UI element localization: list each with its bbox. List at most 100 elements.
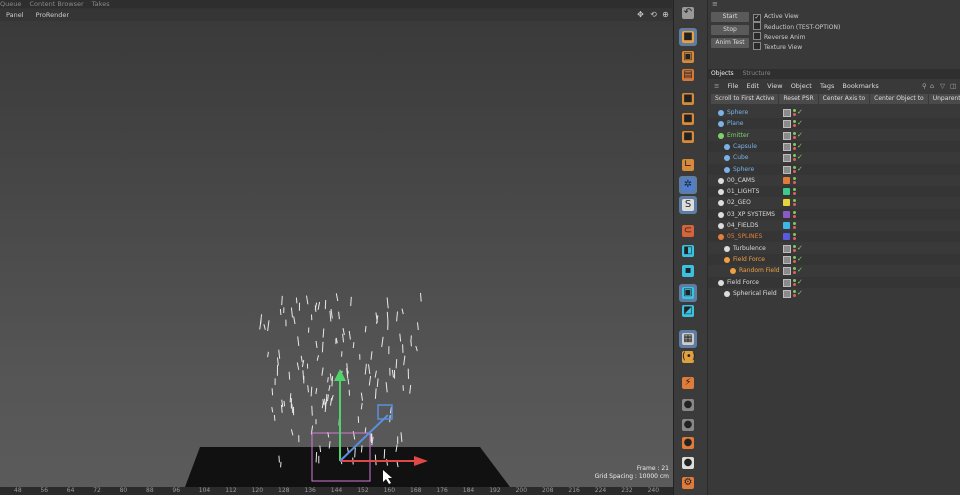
locked-workplane-tool-button[interactable]: ▪ [679,262,697,280]
undo-tool-button[interactable]: ↶ [679,4,697,22]
editor-render-visibility-toggle[interactable] [793,266,796,275]
magnet-tool-button[interactable]: ⊂ [679,222,697,240]
move-view-icon[interactable]: ✥ [636,10,645,19]
layer-visibility-toggle[interactable] [783,244,791,253]
object-row[interactable]: 05_SPLINES [708,231,960,243]
object-row[interactable]: Capsule ✓ [708,140,960,152]
layer-visibility-toggle[interactable] [783,267,791,276]
object-name[interactable]: 02_GEO [727,197,751,208]
object-row[interactable]: Plane ✓ [708,118,960,130]
object-row[interactable]: Field Force ✓ [708,276,960,288]
brush-tool-button[interactable]: ● [679,416,697,434]
object-row[interactable]: Random Field ✓ [708,265,960,276]
object-name[interactable]: 05_SPLINES [727,231,762,242]
y-axis-arrow-icon[interactable] [334,369,346,381]
enabled-check-icon[interactable]: ✓ [797,277,803,288]
editor-render-visibility-toggle[interactable] [793,289,796,298]
points-mode-tool-button[interactable]: ■ [679,90,697,108]
anim-test-button[interactable]: Anim Test [711,38,749,48]
render-view-tool-button[interactable]: ▦ [679,330,697,348]
editor-render-visibility-toggle[interactable] [793,108,796,117]
layer-visibility-toggle[interactable] [783,165,791,174]
enabled-check-icon[interactable]: ✓ [797,254,803,265]
layer-visibility-toggle[interactable] [783,131,791,140]
enabled-check-icon[interactable]: ✓ [797,107,803,118]
layer-color-tag[interactable] [783,199,790,207]
object-name[interactable]: Plane [727,118,743,129]
checkbox-icon[interactable] [753,32,761,40]
enabled-check-icon[interactable]: ✓ [797,164,803,175]
plane-polygon-tool-button[interactable]: ▤ [679,66,697,84]
reduction-option[interactable]: Reduction (TEST-OPTION) [753,22,840,31]
layer-visibility-toggle[interactable] [783,120,791,129]
menu-prorender[interactable]: ProRender [36,11,69,19]
editor-render-visibility-toggle[interactable] [793,221,796,230]
cube-edit-tool-button[interactable]: ▣ [679,48,697,66]
center-axis-button[interactable]: Center Axis to [818,94,870,104]
object-name[interactable]: Field Force [733,254,765,265]
new-window-icon[interactable]: ◫ [950,80,956,92]
render-region-tool-button[interactable]: (•) [679,348,697,366]
editor-render-visibility-toggle[interactable] [793,153,796,162]
snap-tool-button[interactable]: S [679,196,697,214]
layer-color-tag[interactable] [783,188,790,196]
fill-tool-button[interactable]: ● [679,434,697,452]
object-name[interactable]: Capsule [733,141,757,152]
layer-visibility-toggle[interactable] [783,289,791,298]
object-row[interactable]: Sphere ✓ [708,163,960,175]
layer-color-tag[interactable] [783,222,790,229]
editor-render-visibility-toggle[interactable] [793,187,796,196]
object-row[interactable]: Cube ✓ [708,152,960,163]
layer-visibility-toggle[interactable] [783,142,791,151]
menu-object[interactable]: Object [791,82,812,90]
object-name[interactable]: 00_CAMS [727,175,755,186]
object-row[interactable]: Turbulence ✓ [708,243,960,254]
enabled-check-icon[interactable]: ✓ [797,141,803,152]
object-name[interactable]: Spherical Field [733,288,777,299]
menu-edit[interactable]: Edit [747,82,760,90]
object-name[interactable]: 01_LIGHTS [727,186,759,197]
layer-visibility-toggle[interactable] [783,255,791,264]
zoom-view-icon[interactable]: ⊕ [661,10,670,19]
filter-icon[interactable]: ▽ [940,80,945,92]
timeline-ruler[interactable]: 48 56 64 72 80 88 96 104 112 120 128 136 144 152 160 16… [0,487,673,495]
object-row[interactable]: Sphere ✓ [708,107,960,118]
editor-render-visibility-toggle[interactable] [793,142,796,151]
object-row[interactable]: 04_FIELDS [708,220,960,231]
editor-render-visibility-toggle[interactable] [793,255,796,264]
home-icon[interactable]: ⌂ [930,80,934,92]
layer-visibility-toggle[interactable] [783,109,791,117]
object-name[interactable]: 03_XP SYSTEMS [727,209,775,220]
3d-viewport[interactable]: Frame : 21 Grid Spacing : 10000 cm [0,21,673,487]
editor-render-visibility-toggle[interactable] [793,119,796,128]
editor-render-visibility-toggle[interactable] [793,232,796,241]
object-row[interactable]: Field Force ✓ [708,253,960,265]
editor-render-visibility-toggle[interactable] [793,210,796,219]
editor-render-visibility-toggle[interactable] [793,176,796,185]
editor-render-visibility-toggle[interactable] [793,198,796,207]
enabled-check-icon[interactable]: ✓ [797,265,803,276]
texture-view-option[interactable]: Texture View [753,42,802,51]
menu-takes[interactable]: Takes [92,0,110,8]
layer-color-tag[interactable] [783,233,790,241]
enabled-check-icon[interactable]: ✓ [797,152,803,163]
edges-mode-tool-button[interactable]: ■ [679,110,697,128]
menu-bookmarks[interactable]: Bookmarks [842,82,878,90]
object-name[interactable]: Random Field [739,265,780,276]
enabled-check-icon[interactable]: ✓ [797,118,803,129]
workplane-tool-button[interactable]: ◧ [679,242,697,260]
object-row[interactable]: 02_GEO [708,197,960,208]
object-row[interactable]: Emitter ✓ [708,130,960,141]
tab-objects[interactable]: Objects [711,70,734,77]
sculpt-tool-button[interactable]: ⚡ [679,374,697,392]
object-name[interactable]: Turbulence [733,243,766,254]
layer-color-tag[interactable] [783,210,790,218]
menu-file[interactable]: File [728,82,739,90]
object-name[interactable]: 04_FIELDS [727,220,758,231]
menu-panel[interactable]: Panel [6,11,24,19]
enabled-check-icon[interactable]: ✓ [797,130,803,141]
layer-visibility-toggle[interactable] [783,278,791,287]
editor-render-visibility-toggle[interactable] [793,131,796,140]
quantize-tool-button[interactable]: ▣ [679,284,697,302]
layer-color-tag[interactable] [783,176,790,184]
